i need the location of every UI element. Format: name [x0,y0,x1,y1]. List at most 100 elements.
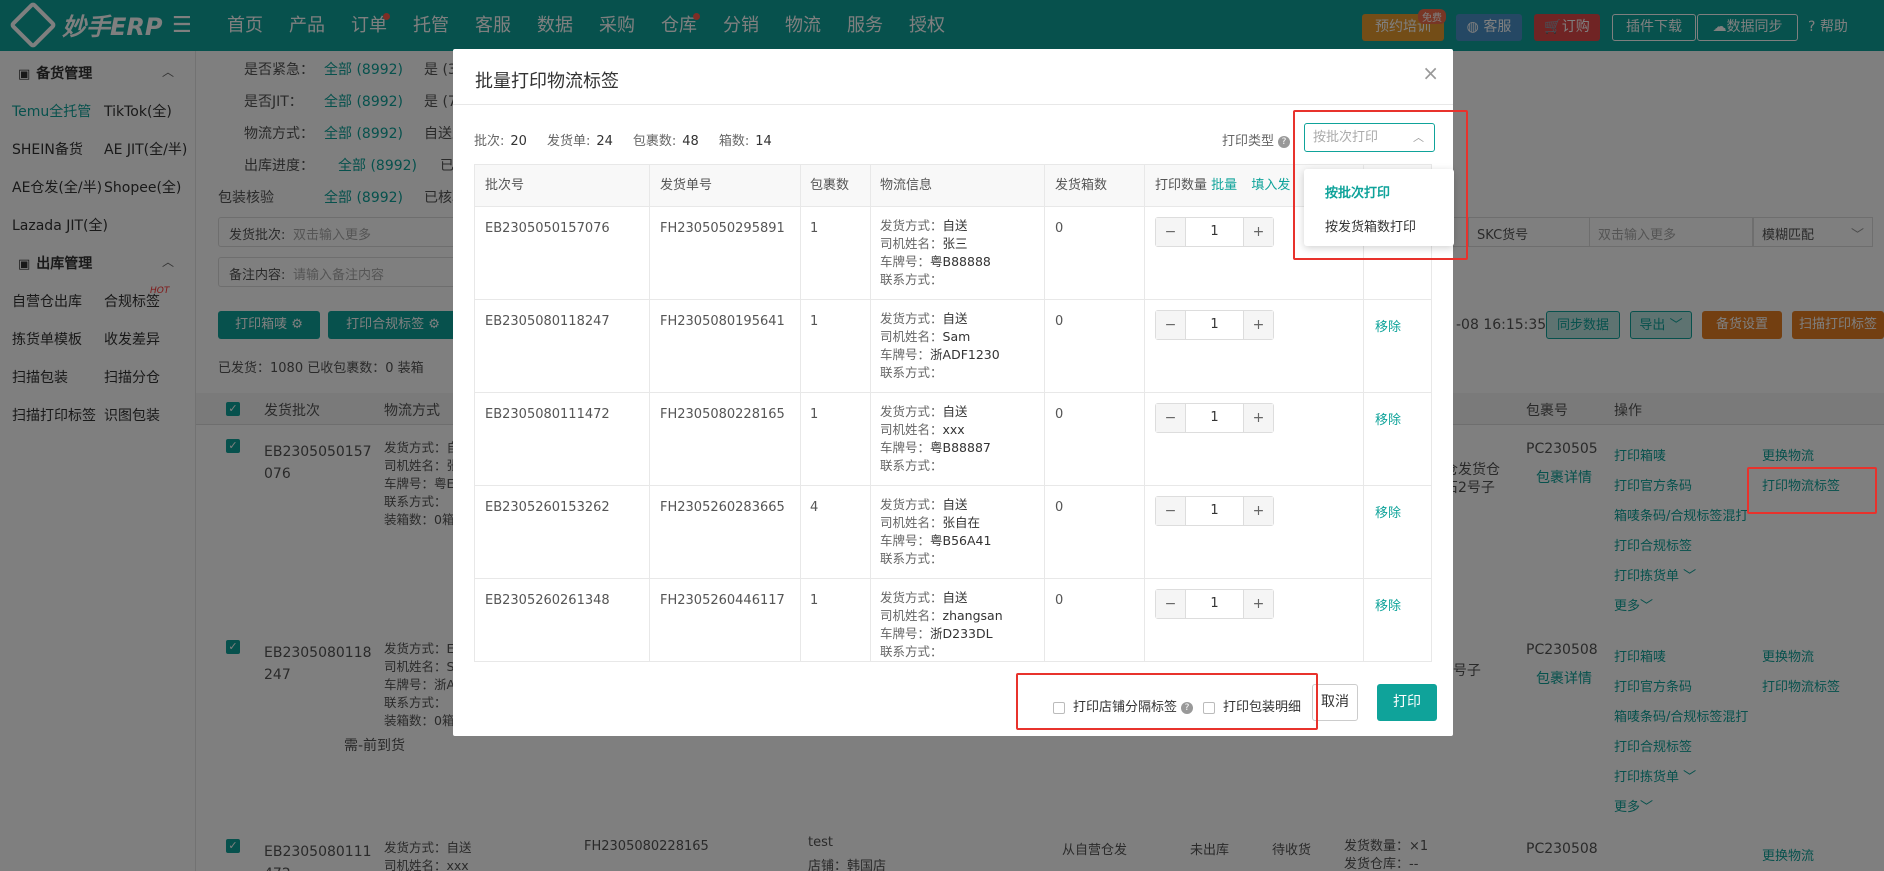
info-line: 司机姓名：张自在 [880,515,981,530]
stat-value: 24 [596,134,613,149]
col-ship-no: 发货单号 [660,178,713,193]
batch-link[interactable]: 批量 [1211,178,1237,193]
info-line: 司机姓名：xxx [880,422,965,437]
info-line: 联系方式： [880,458,943,473]
table-row: EB2305260153262 FH2305260283665 4 发货方式：自送 司机… [475,486,1431,579]
cell-boxes: 0 [1055,593,1064,608]
stat-value: 48 [682,134,699,149]
cell-boxes: 0 [1055,407,1064,422]
plus-button[interactable]: + [1243,311,1273,339]
cell-boxes: 0 [1055,500,1064,515]
stat-label: 发货单: [546,134,591,149]
stat-label: 批次: [474,134,505,149]
info-line: 司机姓名：张三 [880,236,968,251]
remove-link[interactable]: 移除 [1375,502,1401,521]
minus-button[interactable]: − [1156,590,1186,618]
cancel-button[interactable]: 取消 [1312,684,1358,721]
cell-ship: FH2305260283665 [660,500,785,515]
quantity-stepper[interactable]: −1 + [1155,310,1274,340]
cell-ship: FH2305080195641 [660,314,785,329]
info-line: 发货方式：自送 [880,218,968,233]
cell-batch: EB2305260153262 [485,500,610,515]
stat-value: 14 [755,134,772,149]
batch-table: 批次号 发货单号 包裹数 物流信息 发货箱数 打印数量 批量 填入发 EB230… [474,164,1432,662]
logistics-info: 发货方式：自送 司机姓名：xxx 车牌号：粤B88887 联系方式： [880,403,991,475]
col-box-count: 发货箱数 [1055,178,1108,193]
cell-pkg: 4 [810,500,819,515]
cell-pkg: 1 [810,593,819,608]
table-row: EB2305050157076 FH2305050295891 1 发货方式：自送 司机… [475,207,1431,300]
info-line: 车牌号：粤B88887 [880,440,991,455]
print-button[interactable]: 打印 [1377,684,1437,721]
quantity-value[interactable]: 1 [1186,497,1243,525]
highlight-print-type [1293,110,1468,260]
quantity-stepper[interactable]: −1 + [1155,496,1274,526]
info-line: 司机姓名：zhangsan [880,608,1003,623]
remove-link[interactable]: 移除 [1375,316,1401,335]
stat-label: 箱数: [718,134,750,149]
info-line: 联系方式： [880,272,943,287]
info-line: 发货方式：自送 [880,404,968,419]
cell-ship: FH2305080228165 [660,407,785,422]
logistics-info: 发货方式：自送 司机姓名：张自在 车牌号：粤B56A41 联系方式： [880,496,991,568]
cell-boxes: 0 [1055,314,1064,329]
remove-link[interactable]: 移除 [1375,595,1401,614]
table-row: EB2305080111472 FH2305080228165 1 发货方式：自送 司机… [475,393,1431,486]
plus-button[interactable]: + [1243,404,1273,432]
cell-ship: FH2305050295891 [660,221,785,236]
info-line: 车牌号：浙ADF1230 [880,347,1000,362]
quantity-stepper[interactable]: −1 + [1155,589,1274,619]
quantity-stepper[interactable]: −1 + [1155,217,1274,247]
stat-item: 包裹数: 48 [633,130,699,149]
logistics-info: 发货方式：自送 司机姓名：Sam 车牌号：浙ADF1230 联系方式： [880,310,1000,382]
minus-button[interactable]: − [1156,311,1186,339]
table-row: EB2305080118247 FH2305080195641 1 发货方式：自送 司机… [475,300,1431,393]
col-batch-no: 批次号 [485,178,525,193]
col-pkg-count: 包裹数 [810,178,850,193]
cell-pkg: 1 [810,314,819,329]
dialog-title: 批量打印物流标签 [475,71,619,92]
info-line: 车牌号：粤B56A41 [880,533,992,548]
stat-item: 批次: 20 [474,130,527,149]
minus-button[interactable]: − [1156,218,1186,246]
table-row: EB2305260261348 FH2305260446117 1 发货方式：自送司机… [475,579,1431,661]
stats-bar: 批次: 20 发货单: 24 包裹数: 48 箱数: 14 [474,130,772,149]
close-icon[interactable]: × [1422,61,1439,85]
highlight-print-logistics-label [1747,467,1877,514]
info-line: 联系方式： [880,644,943,659]
stat-item: 发货单: 24 [547,130,613,149]
cell-batch: EB2305260261348 [485,593,610,608]
info-line: 车牌号：粤B88888 [880,254,991,269]
stat-value: 20 [510,134,527,149]
fill-link[interactable]: 填入发 [1251,178,1290,193]
minus-button[interactable]: − [1156,497,1186,525]
quantity-value[interactable]: 1 [1186,590,1243,618]
cell-batch: EB2305080111472 [485,407,610,422]
cell-batch: EB2305080118247 [485,314,610,329]
cell-ship: FH2305260446117 [660,593,785,608]
quantity-value[interactable]: 1 [1186,218,1243,246]
info-line: 联系方式： [880,365,943,380]
highlight-footer-options [1016,673,1318,730]
logistics-info: 发货方式：自送司机姓名：zhangsan 车牌号：浙D233DL 联系方式： [880,589,1003,661]
remove-link[interactable]: 移除 [1375,409,1401,428]
question-icon: ? [1278,135,1291,148]
info-line: 发货方式：自送 [880,311,968,326]
cell-pkg: 1 [810,221,819,236]
minus-button[interactable]: − [1156,404,1186,432]
info-line: 车牌号：浙D233DL [880,626,993,641]
col-logistics-info: 物流信息 [880,178,933,193]
quantity-value[interactable]: 1 [1186,404,1243,432]
quantity-stepper[interactable]: −1 + [1155,403,1274,433]
info-line: 发货方式：自送 [880,497,968,512]
plus-button[interactable]: + [1243,497,1273,525]
plus-button[interactable]: + [1243,590,1273,618]
logistics-info: 发货方式：自送 司机姓名：张三车牌号：粤B88888 联系方式： [880,217,991,289]
info-line: 司机姓名：Sam [880,329,971,344]
col-print-qty: 打印数量 批量 填入发 [1155,178,1291,193]
plus-button[interactable]: + [1243,218,1273,246]
info-line: 发货方式：自送 [880,590,968,605]
stat-item: 箱数: 14 [719,130,772,149]
quantity-value[interactable]: 1 [1186,311,1243,339]
cell-boxes: 0 [1055,221,1064,236]
